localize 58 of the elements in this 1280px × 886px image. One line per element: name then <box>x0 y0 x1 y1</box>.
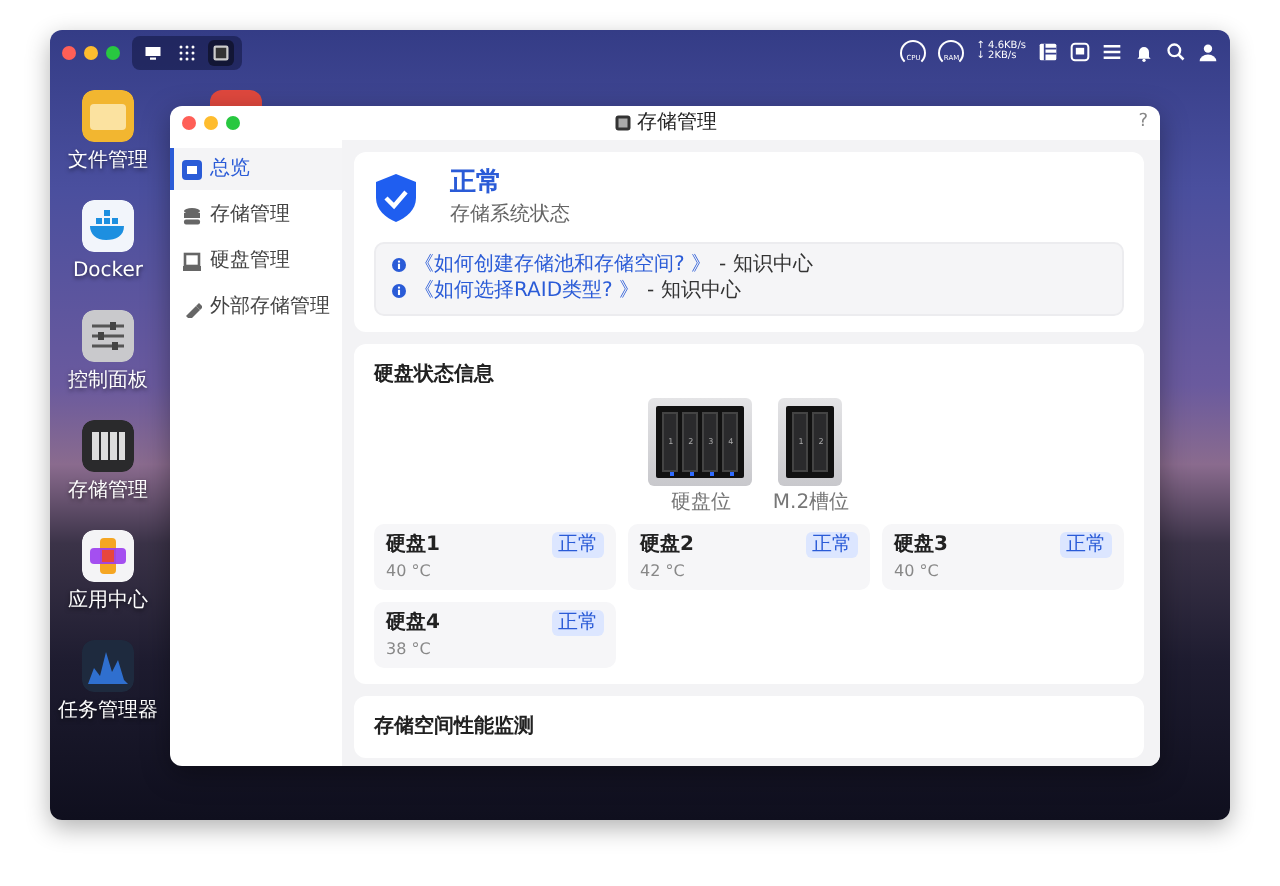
disk-card[interactable]: 硬盘1 正常 40 °C <box>374 523 616 590</box>
disk-temperature: 42 °C <box>640 559 687 584</box>
section-title: 存储空间性能监测 <box>374 713 536 742</box>
disk-name: 硬盘2 <box>640 531 694 560</box>
sidebar-item[interactable]: 总览 <box>170 148 342 190</box>
help-button[interactable]: ? <box>1138 114 1148 132</box>
storage-icon[interactable] <box>1070 42 1090 62</box>
folder-icon <box>182 159 202 179</box>
whale-icon[interactable] <box>81 200 134 252</box>
bay-label: 硬盘位 <box>670 489 731 518</box>
app-label[interactable]: 应用中心 <box>68 586 148 616</box>
sidebar-item[interactable]: 外部存储管理 <box>170 286 342 328</box>
link-source: - 知识中心 <box>647 278 741 306</box>
disk-name: 硬盘3 <box>894 531 948 560</box>
shield-check-icon <box>374 172 418 225</box>
app-label[interactable]: 任务管理器 <box>58 696 158 726</box>
monitor-icon <box>144 43 162 61</box>
disk-card[interactable]: 硬盘4 正常 38 °C <box>374 601 616 668</box>
chart-icon[interactable] <box>82 640 134 692</box>
list-menu-icon[interactable] <box>1102 42 1122 62</box>
status-tag: 正常 <box>806 531 858 558</box>
bay-label: M.2槽位 <box>772 489 850 518</box>
notification-bell-icon[interactable] <box>1134 42 1154 62</box>
disk-name: 硬盘1 <box>386 531 440 560</box>
disk-card[interactable]: 硬盘2 正常 42 °C <box>628 523 870 590</box>
folder-icon[interactable] <box>82 90 134 142</box>
status-tag: 正常 <box>552 531 604 558</box>
list-icon[interactable] <box>1038 42 1058 62</box>
disk-card[interactable]: 硬盘3 正常 40 °C <box>882 523 1124 590</box>
help-link[interactable]: 《如何选择RAID类型? 》 <box>414 278 640 306</box>
database-icon <box>182 205 202 225</box>
user-icon[interactable] <box>1198 42 1218 62</box>
app-label[interactable]: 控制面板 <box>68 366 148 396</box>
app-label[interactable]: Docker <box>72 256 143 286</box>
status-tag: 正常 <box>552 609 604 636</box>
link-source: - 知识中心 <box>719 251 813 279</box>
grid-icon <box>178 43 196 61</box>
section-title: 硬盘状态信息 <box>374 361 496 390</box>
disk-name: 硬盘4 <box>386 609 440 638</box>
window-title: 存储管理 <box>637 109 717 138</box>
info-icon <box>392 284 406 299</box>
help-link[interactable]: 《如何创建存储池和存储空间? 》 <box>414 251 711 279</box>
app-label[interactable]: 文件管理 <box>68 146 148 176</box>
status-title: 正常 <box>450 168 504 200</box>
disk-temperature: 38 °C <box>386 637 433 662</box>
blocks-icon[interactable] <box>82 530 134 582</box>
status-tag: 正常 <box>1060 531 1112 558</box>
app-label[interactable]: 存储管理 <box>68 476 148 506</box>
search-icon[interactable] <box>1166 42 1186 62</box>
status-subtitle: 存储系统状态 <box>450 201 570 230</box>
sidebar-item[interactable]: 存储管理 <box>170 194 342 236</box>
app-button[interactable] <box>208 39 234 65</box>
disk-temperature: 40 °C <box>386 559 433 584</box>
sliders-icon[interactable] <box>82 310 134 362</box>
storage-icon <box>613 114 631 132</box>
info-icon <box>392 257 406 272</box>
disk-temperature: 40 °C <box>894 559 941 584</box>
sidebar-item[interactable]: 硬盘管理 <box>170 240 342 282</box>
